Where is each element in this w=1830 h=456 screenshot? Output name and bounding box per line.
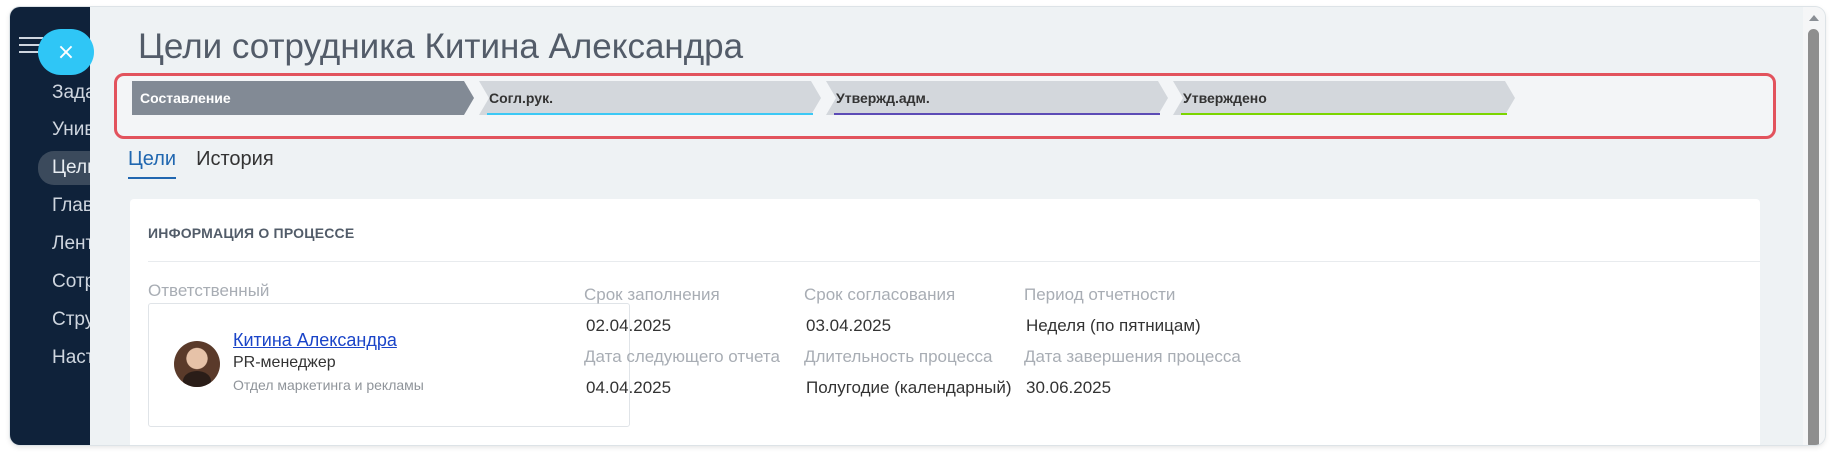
field-label: Срок согласования: [804, 285, 956, 304]
field-approval-deadline: Срок согласования 03.04.2025: [804, 285, 955, 336]
sidebar-item-feed[interactable]: Лент: [52, 233, 90, 255]
field-process-end-date: Дата завершения процесса 30.06.2025: [1024, 347, 1241, 398]
field-value: 03.04.2025: [806, 316, 892, 335]
divider: [148, 261, 1760, 262]
stage-3[interactable]: Утвержд.адм.: [826, 81, 1168, 115]
stage-4[interactable]: Утверждено: [1173, 81, 1515, 115]
stage-label: Утверждено: [1183, 90, 1267, 106]
main-content: Цели сотрудника Китина Александра Состав…: [90, 7, 1803, 445]
stage-label: Согл.рук.: [489, 90, 553, 106]
close-slider-button[interactable]: ×: [38, 29, 94, 75]
scroll-up-arrow-icon[interactable]: [1809, 15, 1819, 21]
sidebar-item-settings[interactable]: Наст: [52, 347, 90, 369]
field-value: Неделя (по пятницам): [1026, 316, 1201, 335]
sidebar-item-employees[interactable]: Сотр: [52, 271, 90, 293]
sidebar-item-main[interactable]: Глав: [52, 195, 90, 217]
vertical-scrollbar[interactable]: [1803, 7, 1825, 445]
field-label: Срок заполнения: [584, 285, 720, 304]
sidebar-item-goals[interactable]: Цели: [38, 151, 90, 185]
stage-2[interactable]: Согл.рук.: [479, 81, 821, 115]
field-next-report-date: Дата следующего отчета 04.04.2025: [584, 347, 780, 398]
stage-label: Утвержд.адм.: [836, 90, 930, 106]
stage-chevrons: Составление Согл.рук. Утвержд.адм. Утвержде…: [132, 81, 1515, 115]
field-reporting-period: Период отчетности Неделя (по пятницам): [1024, 285, 1201, 336]
tab-bar: Цели История: [128, 148, 274, 179]
page-title: Цели сотрудника Китина Александра: [138, 27, 744, 66]
responsible-department: Отдел маркетинга и рекламы: [233, 377, 424, 393]
app-window: Зада Унив Цели Глав Лент Сотр Стру Наст …: [10, 7, 1825, 445]
field-label: Длительность процесса: [804, 347, 993, 366]
field-value: 04.04.2025: [586, 378, 672, 397]
field-label: Дата завершения процесса: [1024, 347, 1241, 366]
stage-1[interactable]: Составление: [132, 81, 474, 115]
card-heading: ИНФОРМАЦИЯ О ПРОЦЕССЕ: [148, 225, 355, 241]
stage-label: Составление: [140, 90, 231, 106]
stage-progress-bar: Составление Согл.рук. Утвержд.адм. Утвержде…: [114, 73, 1776, 139]
field-fill-deadline: Срок заполнения 02.04.2025: [584, 285, 720, 336]
field-label: Дата следующего отчета: [584, 347, 780, 366]
avatar[interactable]: [174, 341, 220, 387]
responsible-position: PR-менеджер: [233, 354, 336, 371]
field-process-duration: Длительность процесса Полугодие (календа…: [804, 347, 1012, 398]
field-value: Полугодие (календарный): [806, 378, 1012, 397]
responsible-name-link[interactable]: Китина Александра: [233, 330, 397, 351]
scrollbar-thumb[interactable]: [1808, 29, 1819, 445]
sidebar-item-tasks[interactable]: Зада: [52, 82, 90, 104]
process-info-card: ИНФОРМАЦИЯ О ПРОЦЕССЕ Ответственный Кити…: [130, 199, 1760, 445]
responsible-card: Китина Александра PR-менеджер Отдел марк…: [148, 303, 630, 427]
sidebar-item-structure[interactable]: Стру: [52, 309, 90, 331]
field-label: Период отчетности: [1024, 285, 1176, 304]
field-value: 30.06.2025: [1026, 378, 1112, 397]
close-icon: ×: [56, 39, 76, 65]
field-value: 02.04.2025: [586, 316, 672, 335]
tab-history[interactable]: История: [196, 148, 274, 179]
tab-goals[interactable]: Цели: [128, 148, 177, 179]
responsible-label: Ответственный: [148, 281, 270, 300]
sidebar-item-universal[interactable]: Унив: [52, 119, 90, 141]
